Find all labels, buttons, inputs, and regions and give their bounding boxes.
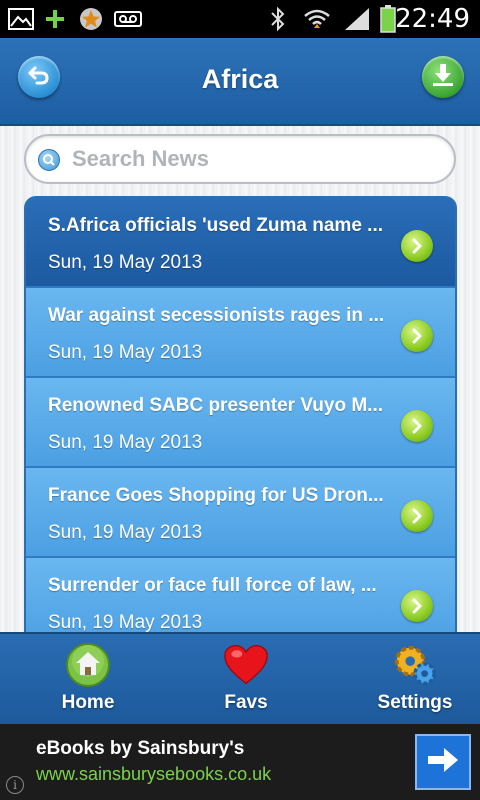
bottom-nav: Home Favs Settings — [0, 632, 480, 724]
download-icon — [430, 62, 456, 93]
gallery-icon — [8, 6, 34, 32]
news-date: Sun, 19 May 2013 — [48, 432, 203, 453]
plus-icon — [44, 6, 66, 32]
header-bar: Africa — [0, 38, 480, 126]
chevron-right-icon[interactable] — [401, 500, 433, 532]
news-list[interactable]: S.Africa officials 'used Zuma name ... S… — [24, 196, 457, 632]
search-icon — [38, 149, 60, 171]
page-title: Africa — [201, 64, 279, 94]
news-date: Sun, 19 May 2013 — [48, 522, 203, 543]
chevron-right-icon[interactable] — [401, 320, 433, 352]
news-date: Sun, 19 May 2013 — [48, 252, 203, 273]
nav-home[interactable]: Home — [48, 634, 128, 726]
chevron-right-icon[interactable] — [401, 590, 433, 622]
wifi-icon — [302, 6, 332, 32]
news-date: Sun, 19 May 2013 — [48, 612, 203, 632]
ad-title: eBooks by Sainsbury's — [36, 738, 245, 759]
nav-favs-label: Favs — [224, 692, 268, 713]
search-bar[interactable] — [24, 134, 456, 184]
nav-settings-label: Settings — [377, 692, 453, 713]
status-bar: 22:49 — [0, 0, 480, 38]
content-area: S.Africa officials 'used Zuma name ... S… — [0, 126, 480, 632]
nav-settings[interactable]: Settings — [370, 634, 460, 726]
news-title: Surrender or face full force of law, ... — [48, 575, 377, 596]
news-item-5[interactable]: Surrender or face full force of law, ...… — [26, 558, 455, 632]
ad-arrow-button[interactable] — [415, 734, 471, 790]
news-date: Sun, 19 May 2013 — [48, 342, 203, 363]
news-title: War against secessionists rages in ... — [48, 305, 385, 326]
info-icon[interactable]: i — [6, 776, 24, 794]
news-item-4[interactable]: France Goes Shopping for US Dron... Sun,… — [26, 468, 455, 558]
voicemail-icon — [114, 6, 142, 32]
ad-url[interactable]: www.sainsburysebooks.co.uk — [36, 764, 271, 785]
news-item-2[interactable]: War against secessionists rages in ... S… — [26, 288, 455, 378]
nav-home-label: Home — [61, 692, 115, 713]
arrow-right-icon — [426, 746, 460, 779]
chevron-right-icon[interactable] — [401, 410, 433, 442]
gears-icon — [392, 642, 438, 688]
nav-favs[interactable]: Favs — [206, 634, 286, 726]
signal-icon — [342, 6, 372, 32]
news-title: France Goes Shopping for US Dron... — [48, 485, 384, 506]
chevron-right-icon[interactable] — [401, 230, 433, 262]
ad-banner[interactable]: i eBooks by Sainsbury's www.sainsburyseb… — [0, 724, 480, 800]
star-icon — [78, 6, 104, 32]
news-item-1[interactable]: S.Africa officials 'used Zuma name ... S… — [26, 198, 455, 288]
news-title: Renowned SABC presenter Vuyo M... — [48, 395, 384, 416]
news-item-3[interactable]: Renowned SABC presenter Vuyo M... Sun, 1… — [26, 378, 455, 468]
news-title: S.Africa officials 'used Zuma name ... — [48, 215, 384, 236]
status-time: 22:49 — [395, 4, 470, 34]
heart-icon — [223, 642, 269, 688]
download-button[interactable] — [422, 56, 464, 98]
search-input[interactable] — [72, 144, 442, 174]
bluetooth-icon — [268, 6, 288, 32]
home-icon — [65, 642, 111, 688]
